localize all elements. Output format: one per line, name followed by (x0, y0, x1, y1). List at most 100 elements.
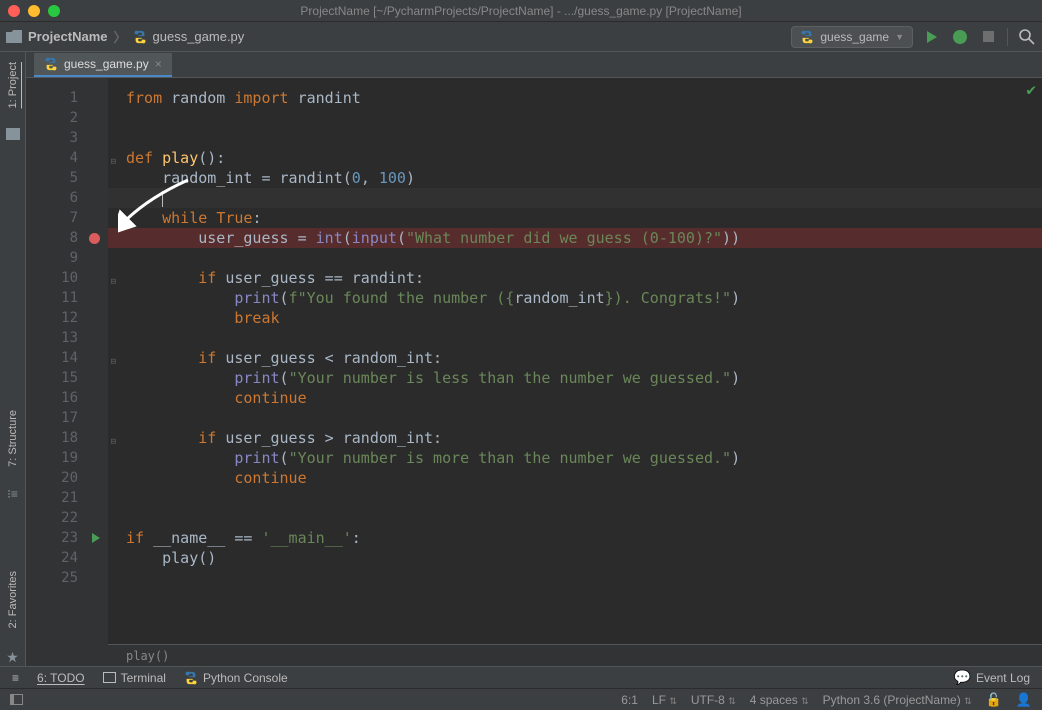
line-number[interactable]: 19 (26, 448, 108, 468)
lock-icon[interactable]: 🔓 (986, 692, 1002, 708)
line-number[interactable]: 13 (26, 328, 108, 348)
stop-icon (983, 31, 994, 42)
stop-button[interactable] (979, 28, 997, 46)
line-number[interactable]: 22 (26, 508, 108, 528)
line-number[interactable]: 4⊟ (26, 148, 108, 168)
search-button[interactable] (1018, 28, 1036, 46)
line-number[interactable]: 21 (26, 488, 108, 508)
code-line[interactable] (108, 508, 1042, 528)
todo-toolwindow-tab[interactable]: 6: TODO (37, 671, 85, 685)
minimize-window-button[interactable] (28, 5, 40, 17)
code-line[interactable]: break (108, 308, 1042, 328)
gutter[interactable]: 1 2 3 4⊟ 5 6 7 8 9 10⊟ 11 12 13 14⊟ 15 1… (26, 78, 108, 666)
code-line[interactable]: while True: (108, 208, 1042, 228)
line-number[interactable]: 2 (26, 108, 108, 128)
line-number[interactable]: 25 (26, 568, 108, 588)
code-line[interactable] (108, 128, 1042, 148)
run-gutter-icon[interactable] (92, 533, 100, 543)
code-line[interactable] (108, 188, 1042, 208)
code-line[interactable]: user_guess = int(input("What number did … (108, 228, 1042, 248)
code-line[interactable]: continue (108, 388, 1042, 408)
menu-icon[interactable]: ≡ (12, 671, 19, 685)
terminal-icon (103, 672, 116, 683)
code-line[interactable]: print(f"You found the number ({random_in… (108, 288, 1042, 308)
breakpoint-marker[interactable] (89, 233, 100, 244)
python-file-icon (800, 30, 814, 44)
code-line[interactable]: if user_guess < random_int: (108, 348, 1042, 368)
line-number[interactable]: 18⊟ (26, 428, 108, 448)
code-area[interactable]: ✔ from random import randint def play():… (108, 78, 1042, 666)
line-number[interactable]: 9 (26, 248, 108, 268)
line-number[interactable]: 8 (26, 228, 108, 248)
favorites-toolwindow-tab[interactable]: 2: Favorites (7, 571, 19, 628)
code-line[interactable]: if user_guess > random_int: (108, 428, 1042, 448)
python-file-icon (44, 57, 58, 71)
project-toolwindow-tab[interactable]: 1: Project (7, 62, 19, 108)
code-line[interactable]: def play(): (108, 148, 1042, 168)
code-line[interactable]: from random import randint (108, 88, 1042, 108)
code-line[interactable] (108, 488, 1042, 508)
window-title: ProjectName [~/PycharmProjects/ProjectNa… (0, 4, 1042, 18)
titlebar: ProjectName [~/PycharmProjects/ProjectNa… (0, 0, 1042, 22)
line-number[interactable]: 17 (26, 408, 108, 428)
breadcrumb-project[interactable]: ProjectName (28, 29, 107, 44)
nav-toolbar: ProjectName 〉 guess_game.py guess_game ▼ (0, 22, 1042, 52)
line-number[interactable]: 11 (26, 288, 108, 308)
inspections-ok-icon[interactable]: ✔ (1026, 80, 1036, 99)
line-number[interactable]: 15 (26, 368, 108, 388)
code-line[interactable]: print("Your number is more than the numb… (108, 448, 1042, 468)
code-line[interactable] (108, 568, 1042, 588)
editor-tab-guess-game[interactable]: guess_game.py × (34, 53, 172, 77)
run-button[interactable] (923, 28, 941, 46)
structure-toolwindow-tab[interactable]: 7: Structure (7, 410, 19, 467)
code-line[interactable] (108, 108, 1042, 128)
divider (1007, 28, 1008, 46)
code-line[interactable] (108, 248, 1042, 268)
code-line[interactable]: play() (108, 548, 1042, 568)
line-number[interactable]: 5 (26, 168, 108, 188)
run-config-name: guess_game (820, 30, 889, 44)
cursor-position[interactable]: 6:1 (621, 693, 638, 707)
python-console-toolwindow-tab[interactable]: Python Console (203, 671, 288, 685)
debug-button[interactable] (951, 28, 969, 46)
hector-icon[interactable]: 👤 (1016, 692, 1032, 708)
line-number[interactable]: 16 (26, 388, 108, 408)
indent-settings[interactable]: 4 spaces ⇅ (750, 693, 809, 707)
line-number[interactable]: 3 (26, 128, 108, 148)
file-encoding[interactable]: UTF-8 ⇅ (691, 693, 736, 707)
line-number[interactable]: 10⊟ (26, 268, 108, 288)
code-line[interactable]: continue (108, 468, 1042, 488)
code-line[interactable] (108, 408, 1042, 428)
python-interpreter[interactable]: Python 3.6 (ProjectName) ⇅ (823, 693, 972, 707)
project-icon (6, 128, 20, 140)
toolwindows-button[interactable] (10, 694, 23, 705)
star-icon: ★ (6, 649, 19, 666)
breadcrumb: ProjectName 〉 guess_game.py (6, 27, 244, 46)
line-number[interactable]: 1 (26, 88, 108, 108)
line-number[interactable]: 7 (26, 208, 108, 228)
line-number[interactable]: 20 (26, 468, 108, 488)
close-tab-icon[interactable]: × (155, 57, 162, 71)
line-number[interactable]: 14⊟ (26, 348, 108, 368)
python-file-icon (133, 30, 147, 44)
line-number[interactable]: 24 (26, 548, 108, 568)
terminal-toolwindow-tab[interactable]: Terminal (121, 671, 166, 685)
event-log-toolwindow-tab[interactable]: Event Log (976, 671, 1030, 685)
line-separator[interactable]: LF ⇅ (652, 693, 677, 707)
line-number[interactable]: 23 (26, 528, 108, 548)
line-number[interactable]: 6 (26, 188, 108, 208)
editor-breadcrumb[interactable]: play() (108, 644, 1042, 666)
line-number[interactable]: 12 (26, 308, 108, 328)
run-config-selector[interactable]: guess_game ▼ (791, 26, 913, 48)
code-line[interactable]: random_int = randint(0, 100) (108, 168, 1042, 188)
maximize-window-button[interactable] (48, 5, 60, 17)
python-console-icon (184, 671, 198, 685)
code-line[interactable]: print("Your number is less than the numb… (108, 368, 1042, 388)
editor-breadcrumb-item[interactable]: play() (126, 649, 169, 663)
close-window-button[interactable] (8, 5, 20, 17)
code-line[interactable] (108, 328, 1042, 348)
code-line[interactable]: if user_guess == randint: (108, 268, 1042, 288)
event-log-icon: 💬 (954, 669, 971, 686)
breadcrumb-file[interactable]: guess_game.py (153, 29, 245, 44)
code-line[interactable]: if __name__ == '__main__': (108, 528, 1042, 548)
